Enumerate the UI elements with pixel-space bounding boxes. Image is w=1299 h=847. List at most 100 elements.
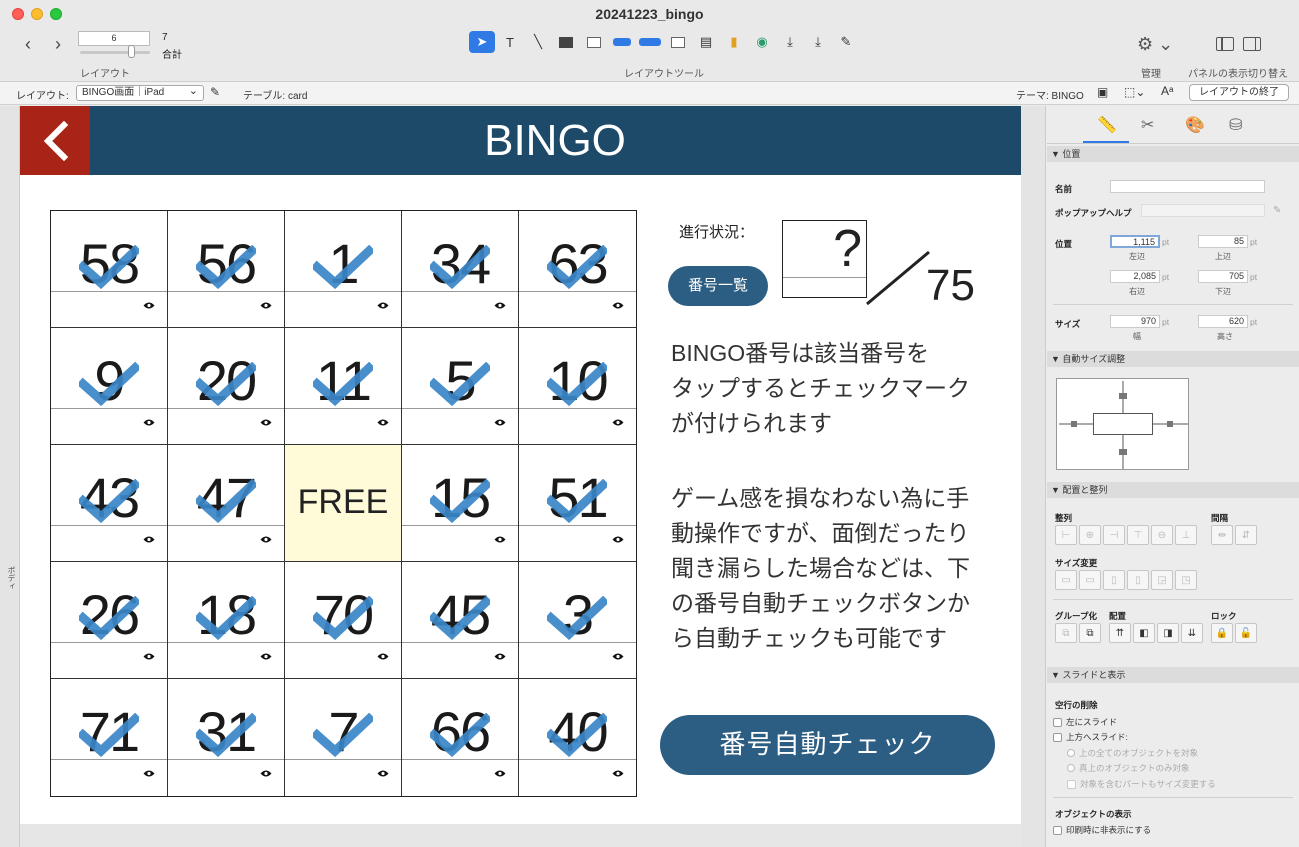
tab-control-tool-icon[interactable] [665,31,691,53]
resize-part-checkbox[interactable] [1067,779,1076,789]
bingo-cell[interactable]: 5 [402,328,519,445]
right-field[interactable]: 2,085 [1110,270,1160,283]
bingo-cell[interactable]: 10 [519,328,636,445]
bingo-cell[interactable]: 34 [402,211,519,328]
name-field[interactable] [1110,180,1265,193]
body-part-label[interactable]: ボディ [6,566,17,590]
align-left-icon[interactable]: ⊢ [1055,525,1077,545]
resize-largest-width-icon[interactable]: ▭ [1079,570,1101,590]
bingo-cell[interactable]: 45 [402,562,519,679]
unlock-icon[interactable]: 🔓 [1235,623,1257,643]
align-top-icon[interactable]: ⊤ [1127,525,1149,545]
send-to-back-icon[interactable]: ⇊ [1181,623,1203,643]
resize-smallest-icon[interactable]: ◲ [1151,570,1173,590]
bingo-cell[interactable]: 9 [51,328,168,445]
pointer-tool-icon[interactable]: ➤ [469,31,495,53]
shape-tool-icon[interactable] [553,31,579,53]
autosize-anchor-diagram[interactable] [1056,378,1189,470]
line-tool-icon[interactable]: ╲ [525,31,551,53]
hide-when-printing-checkbox[interactable] [1053,825,1062,835]
resize-largest-height-icon[interactable]: ▯ [1127,570,1149,590]
insert-part-icon[interactable]: ⤓ [805,31,831,53]
appearance-tab-palette-icon[interactable]: 🎨 [1185,115,1205,135]
align-center-icon[interactable]: ⊕ [1079,525,1101,545]
bingo-cell[interactable]: 20 [168,328,285,445]
position-section-header[interactable]: ▼ 位置 [1047,146,1299,162]
bingo-cell[interactable]: 58 [51,211,168,328]
all-above-radio[interactable] [1067,749,1075,757]
height-field[interactable]: 620 [1198,315,1248,328]
slide-left-option[interactable]: 左にスライド [1053,716,1117,728]
bingo-cell[interactable]: 18 [168,562,285,679]
directly-above-radio[interactable] [1067,764,1075,772]
width-field[interactable]: 970 [1110,315,1160,328]
send-backward-icon[interactable]: ◨ [1157,623,1179,643]
auto-check-button[interactable]: 番号自動チェック [660,715,995,775]
portal-tool-icon[interactable]: ▤ [693,31,719,53]
bingo-cell[interactable]: 71 [51,679,168,796]
slide-left-checkbox[interactable] [1053,717,1062,727]
data-tab-database-icon[interactable]: ⛁ [1229,115,1242,135]
button-bar-tool-icon[interactable] [637,31,663,53]
bingo-cell[interactable]: 3 [519,562,636,679]
web-viewer-tool-icon[interactable]: ◉ [749,31,775,53]
popup-help-field[interactable] [1141,204,1265,217]
position-tab-ruler-icon[interactable]: 📏 [1097,115,1117,135]
layout-slider-track[interactable] [80,51,150,54]
layout-number-field[interactable]: 6 [78,31,150,46]
left-panel-toggle-icon[interactable] [1216,37,1234,51]
exit-layout-button[interactable]: レイアウトの終了 [1189,84,1289,101]
chart-tool-icon[interactable]: ▮ [721,31,747,53]
layout-slider-knob[interactable] [128,45,135,58]
slide-up-option[interactable]: 上方へスライド: [1053,731,1128,743]
back-button[interactable] [20,106,90,175]
bring-forward-icon[interactable]: ◧ [1133,623,1155,643]
bingo-cell[interactable]: 11 [285,328,402,445]
bingo-cell[interactable]: 31 [168,679,285,796]
left-field[interactable]: 1,115 [1110,235,1160,248]
bingo-cell[interactable]: 63 [519,211,636,328]
bingo-cell[interactable]: 40 [519,679,636,796]
text-tool-icon[interactable]: T [497,31,523,53]
bingo-cell[interactable]: 66 [402,679,519,796]
bingo-cell[interactable]: 1 [285,211,402,328]
free-cell[interactable]: FREE [285,445,402,562]
button-tool-icon[interactable] [609,31,635,53]
bottom-field[interactable]: 705 [1198,270,1248,283]
resize-largest-icon[interactable]: ◳ [1175,570,1197,590]
bingo-cell[interactable]: 51 [519,445,636,562]
align-right-icon[interactable]: ⊣ [1103,525,1125,545]
autosize-section-header[interactable]: ▼ 自動サイズ調整 [1047,351,1299,367]
bingo-cell[interactable]: 15 [402,445,519,562]
align-bottom-icon[interactable]: ⊥ [1175,525,1197,545]
field-tool-icon[interactable] [581,31,607,53]
ungroup-icon[interactable]: ⧉ [1079,623,1101,643]
distribute-vertical-icon[interactable]: ⇵ [1235,525,1257,545]
format-painter-icon[interactable]: ✎ [833,31,859,53]
next-layout-icon[interactable]: › [50,34,66,55]
slide-section-header[interactable]: ▼ スライドと表示 [1047,667,1299,683]
bingo-cell[interactable]: 7 [285,679,402,796]
right-panel-toggle-icon[interactable] [1243,37,1261,51]
grid-icon[interactable]: ⬚⌄ [1124,85,1145,99]
previous-layout-icon[interactable]: ‹ [20,34,36,55]
distribute-horizontal-icon[interactable]: ⇹ [1211,525,1233,545]
edit-layout-name-icon[interactable]: ✎ [210,85,220,99]
number-list-button[interactable]: 番号一覧 [668,266,768,306]
resize-smallest-width-icon[interactable]: ▭ [1055,570,1077,590]
styles-tab-tools-icon[interactable]: ✂ [1141,115,1154,135]
resize-part-option[interactable]: 対象を含むパートもサイズ変更する [1067,778,1216,790]
bingo-cell[interactable]: 26 [51,562,168,679]
arrange-section-header[interactable]: ▼ 配置と整列 [1047,482,1299,498]
align-middle-icon[interactable]: ⊖ [1151,525,1173,545]
hide-when-printing-option[interactable]: 印刷時に非表示にする [1053,824,1151,836]
all-above-option[interactable]: 上の全てのオブジェクトを対象 [1067,747,1198,759]
edit-popup-help-icon[interactable]: ✎ [1273,205,1281,216]
bingo-cell[interactable]: 70 [285,562,402,679]
theme-icon[interactable]: ▣ [1097,85,1108,99]
gear-icon[interactable]: ⚙ ⌄ [1137,34,1173,55]
top-field[interactable]: 85 [1198,235,1248,248]
group-icon[interactable]: ⧉ [1055,623,1077,643]
bingo-cell[interactable]: 47 [168,445,285,562]
insert-field-icon[interactable]: ⤓ [777,31,803,53]
